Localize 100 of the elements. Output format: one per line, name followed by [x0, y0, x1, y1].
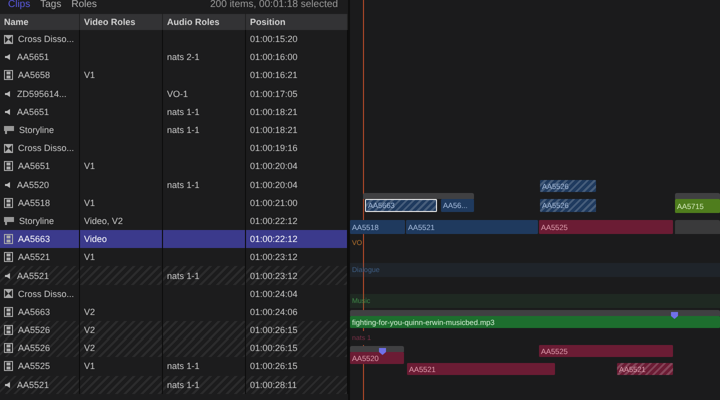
- clip-name: ZD595614...: [17, 88, 67, 99]
- position-cell: 01:00:15:20: [250, 34, 298, 44]
- clip-name: AA5526: [18, 343, 50, 354]
- film-strip-icon: [4, 361, 13, 372]
- video-role: V1: [84, 252, 96, 262]
- position-cell: 01:00:21:00: [250, 198, 298, 208]
- film-strip-icon: [4, 198, 13, 208]
- gap-clip: [675, 220, 720, 234]
- film-strip-icon: [4, 70, 13, 80]
- film-strip-icon: [4, 252, 13, 262]
- clip-name: AA5651: [17, 52, 50, 62]
- clip-name: AA5518: [18, 198, 50, 208]
- connection-bar: [675, 193, 720, 199]
- position-cell: 01:00:17:05: [250, 88, 298, 99]
- position-cell: 01:00:23:12: [250, 270, 298, 281]
- video-role: V2: [84, 343, 96, 354]
- position-cell: 01:00:22:12: [250, 216, 298, 226]
- position-cell: 01:00:18:21: [250, 106, 298, 117]
- position-cell: 01:00:24:04: [250, 288, 298, 299]
- position-cell: 01:00:19:16: [250, 143, 298, 154]
- transition-icon: [4, 289, 13, 298]
- transition-icon: [4, 144, 13, 153]
- clip-name: AA5651: [18, 161, 50, 172]
- clip-name: AA5663: [18, 306, 50, 317]
- speaker-icon: [4, 108, 12, 116]
- marker-icon: [671, 312, 678, 319]
- clip-name: AA5521: [17, 380, 50, 390]
- film-strip-icon: [4, 234, 13, 244]
- column-header[interactable]: Position: [246, 14, 348, 30]
- audio-role: nats 2-1: [167, 52, 200, 62]
- clip-name: AA5521: [18, 252, 50, 262]
- column-header[interactable]: Name: [0, 14, 80, 30]
- marker-icon: [379, 348, 386, 355]
- audio-role: VO-1: [167, 88, 188, 99]
- storyline-icon: [4, 216, 14, 225]
- position-cell: 01:00:23:12: [250, 252, 298, 262]
- column-header[interactable]: Video Roles: [80, 14, 163, 30]
- position-cell: 01:00:26:15: [250, 343, 298, 354]
- video-role: V1: [84, 198, 96, 208]
- speaker-icon: [4, 272, 12, 280]
- transition-icon: [4, 34, 13, 44]
- audio-role: nats 1-1: [167, 180, 200, 190]
- table-row[interactable]: Cross Disso... 01:00:24:04: [0, 284, 348, 303]
- clip-name: AA5663: [18, 234, 50, 244]
- video-role: V1: [84, 70, 96, 80]
- speaker-icon: [4, 180, 12, 189]
- clip-name: Storyline: [19, 216, 54, 226]
- clip-name: AA5658: [18, 70, 50, 80]
- table-row[interactable]: ZD595614... VO-1 01:00:17:05: [0, 84, 348, 103]
- clip-name: Cross Disso...: [18, 288, 74, 299]
- table-row[interactable]: AA5520 nats 1-1 01:00:20:04: [0, 176, 348, 194]
- position-cell: 01:00:20:04: [250, 161, 298, 172]
- position-cell: 01:00:24:06: [250, 306, 298, 317]
- video-role: Video, V2: [84, 216, 123, 226]
- position-cell: 01:00:26:15: [250, 325, 298, 336]
- position-cell: 01:00:26:15: [250, 361, 298, 372]
- selection-summary: 200 items, 00:01:18 selected: [210, 0, 338, 10]
- clip-name: Cross Disso...: [18, 143, 74, 154]
- position-cell: 01:00:16:21: [250, 70, 298, 80]
- clip-name: AA5526: [18, 325, 50, 336]
- browser-tab[interactable]: Tags: [40, 0, 62, 10]
- clip-name: AA5520: [17, 180, 50, 190]
- clip-name: Cross Disso...: [18, 34, 74, 44]
- speaker-icon: [4, 53, 12, 62]
- audio-role: nats 1-1: [167, 125, 200, 136]
- clip-name: AA5525: [18, 361, 50, 372]
- position-cell: 01:00:20:04: [250, 180, 298, 190]
- position-cell: 01:00:22:12: [250, 234, 298, 244]
- connection-bar: [350, 346, 404, 352]
- table-row[interactable]: Storyline nats 1-1 01:00:18:21: [0, 120, 348, 140]
- speaker-icon: [4, 90, 12, 98]
- video-role: V2: [84, 325, 96, 336]
- storyline-icon: [4, 126, 14, 134]
- film-strip-icon: [4, 325, 13, 336]
- table-row[interactable]: AA5651 nats 2-1 01:00:16:00: [0, 48, 348, 66]
- audio-role: nats 1-1: [167, 361, 200, 372]
- clip-name: Storyline: [19, 125, 54, 136]
- video-role: V1: [84, 161, 96, 172]
- position-cell: 01:00:28:11: [250, 380, 297, 390]
- speaker-icon: [4, 380, 12, 389]
- table-row[interactable]: AA5651 V1 01:00:20:04: [0, 157, 348, 176]
- table-row[interactable]: AA5518 V1 01:00:21:00: [0, 194, 348, 212]
- film-strip-icon: [4, 161, 13, 172]
- video-role: V2: [84, 306, 96, 317]
- position-cell: 01:00:16:00: [250, 52, 298, 62]
- browser-tab[interactable]: Roles: [71, 0, 97, 10]
- table-row[interactable]: Cross Disso... 01:00:15:20: [0, 30, 348, 48]
- table-row[interactable]: AA5658 V1 01:00:16:21: [0, 66, 348, 85]
- table-row[interactable]: Cross Disso... 01:00:19:16: [0, 139, 348, 158]
- table-row[interactable]: AA5663 Video 01:00:22:12: [0, 230, 348, 248]
- table-row[interactable]: AA5651 nats 1-1 01:00:18:21: [0, 102, 348, 121]
- video-role: V1: [84, 361, 96, 372]
- audio-role: nats 1-1: [167, 106, 200, 117]
- video-role: Video: [84, 234, 107, 244]
- column-header[interactable]: Audio Roles: [163, 14, 246, 30]
- audio-role: nats 1-1: [167, 380, 200, 390]
- film-strip-icon: [4, 343, 13, 354]
- clip-name: AA5651: [17, 106, 50, 117]
- position-cell: 01:00:18:21: [250, 125, 298, 136]
- clip-name: AA5521: [17, 270, 50, 281]
